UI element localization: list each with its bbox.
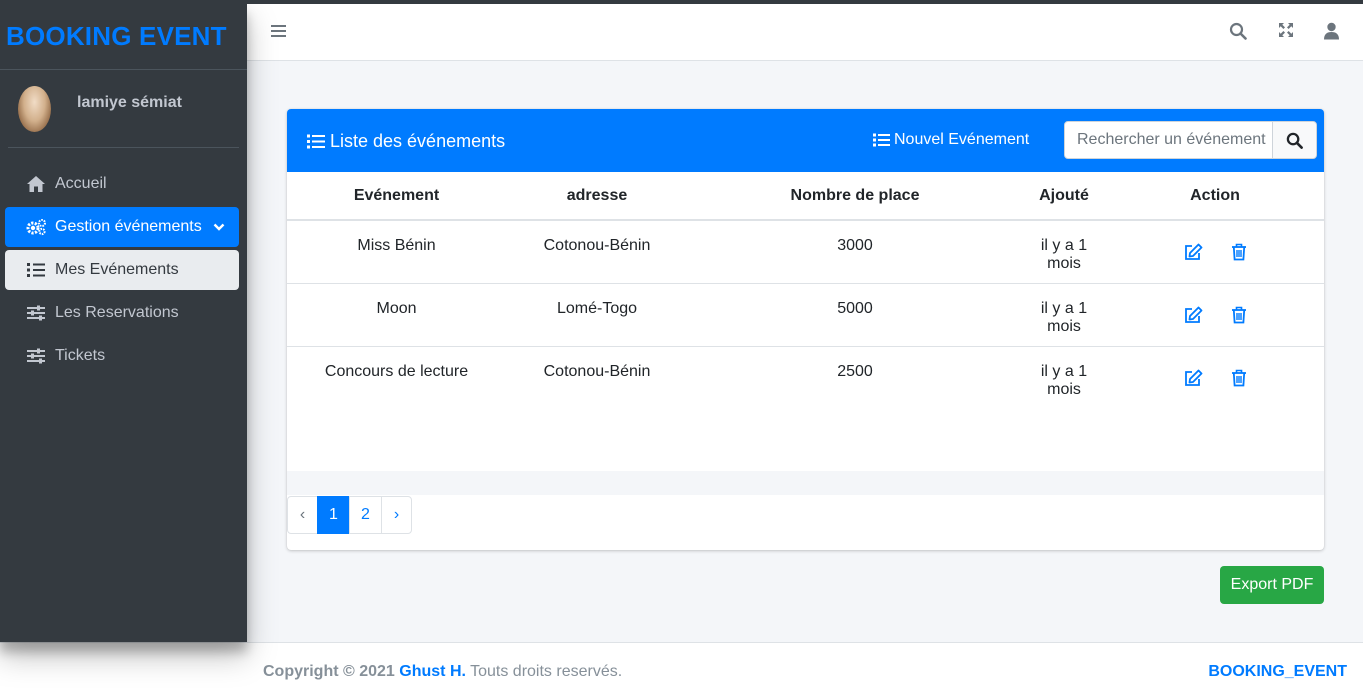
cogs-icon (25, 217, 47, 237)
list-icon (873, 133, 890, 147)
sidebar-item-accueil[interactable]: Accueil (5, 164, 239, 204)
edit-icon[interactable] (1184, 243, 1203, 266)
new-event-link[interactable]: Nouvel Evénement (873, 131, 1029, 149)
avatar (18, 86, 51, 132)
brand-link[interactable]: BOOKING EVENT (0, 4, 247, 70)
cell-places: 5000 (688, 283, 1022, 347)
search-button[interactable] (1273, 122, 1316, 158)
table-row: Miss Bénin Cotonou-Bénin 3000 il y a 1 m… (287, 220, 1324, 284)
column-header-event[interactable]: Evénement (287, 172, 506, 221)
sidebar-item-label: Les Reservations (55, 304, 179, 321)
user-icon[interactable] (1323, 22, 1340, 45)
list-icon (307, 134, 325, 149)
cell-action (1106, 220, 1324, 284)
copyright-prefix: Copyright © 2021 (263, 663, 395, 680)
events-card: Liste des événements Nouvel Evénement Re… (287, 109, 1324, 550)
search-input[interactable] (1065, 122, 1273, 158)
sidebar-nav: Accueil Gestion événements Mes Evénement… (0, 148, 247, 376)
cell-added: il y a 1 mois (1040, 362, 1088, 398)
sidebar-item-label: Tickets (55, 347, 106, 364)
cell-address: Cotonou-Bénin (506, 220, 688, 284)
user-name[interactable]: lamiye sémiat (77, 94, 182, 112)
card-header: Liste des événements Nouvel Evénement (287, 109, 1324, 172)
footer-rights: Touts droits reservés. (470, 663, 623, 680)
new-event-label: Nouvel Evénement (894, 131, 1030, 148)
table-row: Concours de lecture Cotonou-Bénin 2500 i… (287, 346, 1324, 409)
sidebar-item-les-reservations[interactable]: Les Reservations (5, 293, 239, 333)
pagination-next[interactable]: › (381, 496, 412, 534)
cell-places: 2500 (837, 362, 873, 380)
search-group (1064, 121, 1317, 159)
pagination: ‹ 1 2 › (287, 496, 412, 534)
card-title: Liste des événements (307, 131, 505, 152)
pagination-page-2[interactable]: 2 (349, 496, 382, 534)
cell-address: Cotonou-Bénin (543, 362, 651, 380)
trash-icon[interactable] (1231, 369, 1247, 392)
brand-title: BOOKING EVENT (6, 21, 227, 51)
cell-added: il y a 1 mois (1022, 283, 1106, 347)
sliders-icon (25, 303, 47, 323)
cell-added: il y a 1 mois (1022, 220, 1106, 284)
sidebar-item-tickets[interactable]: Tickets (5, 336, 239, 376)
events-table: Evénement adresse Nombre de place Ajouté… (287, 172, 1324, 409)
search-icon[interactable] (1229, 22, 1247, 45)
chevron-down-icon (213, 219, 225, 237)
column-header-address[interactable]: adresse (506, 172, 688, 221)
cell-event: Moon (287, 283, 506, 347)
menu-icon[interactable] (271, 24, 286, 43)
column-header-action: Action (1106, 172, 1324, 221)
export-pdf-button[interactable]: Export PDF (1220, 566, 1324, 604)
sidebar-item-label: Gestion événements (55, 218, 202, 235)
sliders-icon (25, 346, 47, 366)
pagination-prev[interactable]: ‹ (287, 496, 318, 534)
user-panel: lamiye sémiat (8, 70, 239, 148)
card-divider (287, 471, 1324, 495)
top-strip (0, 0, 1363, 4)
column-header-places[interactable]: Nombre de place (688, 172, 1022, 221)
sidebar: BOOKING EVENT lamiye sémiat Accueil Gest… (0, 4, 247, 642)
sidebar-item-mes-evenements[interactable]: Mes Evénements (5, 250, 239, 290)
list-icon (25, 260, 47, 280)
expand-icon[interactable] (1278, 22, 1294, 43)
top-navbar (247, 4, 1363, 61)
sidebar-item-label: Accueil (55, 175, 107, 192)
pagination-page-1[interactable]: 1 (317, 496, 350, 534)
sidebar-item-label: Mes Evénements (55, 261, 179, 278)
column-header-added[interactable]: Ajouté (1022, 172, 1106, 221)
home-icon (25, 174, 47, 194)
footer-brand: BOOKING_EVENT (1208, 663, 1347, 680)
cell-address: Lomé-Togo (506, 283, 688, 347)
sidebar-item-gestion-evenements[interactable]: Gestion événements (5, 207, 239, 247)
cell-event: Miss Bénin (287, 220, 506, 284)
footer: Copyright © 2021 Ghust H. Touts droits r… (0, 642, 1363, 696)
trash-icon[interactable] (1231, 243, 1247, 266)
footer-author-link[interactable]: Ghust H. (399, 663, 466, 680)
cell-action (1106, 346, 1324, 409)
cell-places: 3000 (688, 220, 1022, 284)
edit-icon[interactable] (1184, 369, 1203, 392)
cell-event: Concours de lecture (324, 362, 469, 380)
trash-icon[interactable] (1231, 306, 1247, 329)
table-row: Moon Lomé-Togo 5000 il y a 1 mois (287, 283, 1324, 347)
footer-copyright: Copyright © 2021 Ghust H. Touts droits r… (263, 663, 622, 681)
edit-icon[interactable] (1184, 306, 1203, 329)
table-header-row: Evénement adresse Nombre de place Ajouté… (287, 172, 1324, 221)
search-icon (1286, 132, 1303, 149)
card-title-text: Liste des événements (330, 131, 506, 151)
cell-action (1106, 283, 1324, 347)
